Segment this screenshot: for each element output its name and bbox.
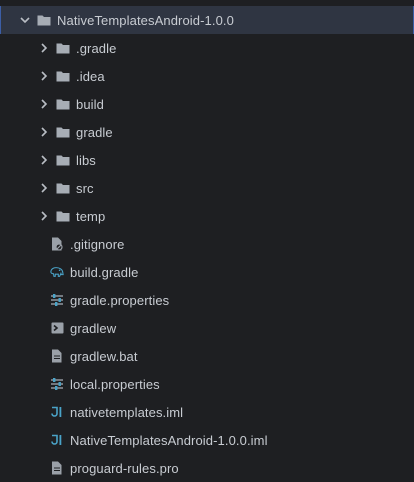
chevron-right-icon[interactable] <box>38 210 50 222</box>
shell-script-icon <box>50 321 64 335</box>
folder-icon <box>56 69 70 83</box>
tree-file-nativetemplates-iml[interactable]: nativetemplates.iml <box>0 398 414 426</box>
tree-file-gradle-properties[interactable]: gradle.properties <box>0 286 414 314</box>
tree-folder-libs[interactable]: libs <box>0 146 414 174</box>
tree-item-label: gradle.properties <box>70 292 170 308</box>
tree-file-build-gradle[interactable]: build.gradle <box>0 258 414 286</box>
text-file-icon <box>50 461 64 475</box>
tree-item-label: .gitignore <box>70 236 125 252</box>
tree-item-label: nativetemplates.iml <box>70 404 184 420</box>
iml-module-icon <box>50 405 64 419</box>
tree-folder-build[interactable]: build <box>0 90 414 118</box>
tree-folder-idea[interactable]: .idea <box>0 62 414 90</box>
tree-folder-src[interactable]: src <box>0 174 414 202</box>
project-tree: NativeTemplatesAndroid-1.0.0 .gradle .id… <box>0 0 414 482</box>
tree-item-label: NativeTemplatesAndroid-1.0.0.iml <box>70 432 268 448</box>
tree-item-label: .gradle <box>76 40 117 56</box>
chevron-right-icon[interactable] <box>38 98 50 110</box>
tree-folder-gradle[interactable]: gradle <box>0 118 414 146</box>
folder-icon <box>56 125 70 139</box>
tree-item-label: gradlew <box>70 320 117 336</box>
tree-file-proguard-rules[interactable]: proguard-rules.pro <box>0 454 414 482</box>
tree-item-label: build <box>76 96 104 112</box>
tree-item-label: src <box>76 180 94 196</box>
tree-file-gradlew[interactable]: gradlew <box>0 314 414 342</box>
tree-file-local-properties[interactable]: local.properties <box>0 370 414 398</box>
tree-item-label: local.properties <box>70 376 160 392</box>
tree-folder-gradle-hidden[interactable]: .gradle <box>0 34 414 62</box>
tree-root-label: NativeTemplatesAndroid-1.0.0 <box>57 12 234 28</box>
tree-folder-temp[interactable]: temp <box>0 202 414 230</box>
tree-file-nativetemplatesandroid-iml[interactable]: NativeTemplatesAndroid-1.0.0.iml <box>0 426 414 454</box>
tree-item-label: proguard-rules.pro <box>70 460 179 476</box>
tree-file-gitignore[interactable]: .gitignore <box>0 230 414 258</box>
tree-item-label: gradlew.bat <box>70 348 138 364</box>
tree-item-label: temp <box>76 208 106 224</box>
gradle-elephant-icon <box>50 265 64 279</box>
tree-item-label: .idea <box>76 68 105 84</box>
tree-root-node[interactable]: NativeTemplatesAndroid-1.0.0 <box>0 6 414 34</box>
iml-module-icon <box>50 433 64 447</box>
tree-item-label: gradle <box>76 124 113 140</box>
chevron-right-icon[interactable] <box>38 70 50 82</box>
folder-icon <box>56 97 70 111</box>
chevron-right-icon[interactable] <box>38 42 50 54</box>
tree-item-label: libs <box>76 152 96 168</box>
text-file-icon <box>50 349 64 363</box>
gitignore-file-icon <box>50 237 64 251</box>
folder-icon <box>56 209 70 223</box>
tree-file-gradlew-bat[interactable]: gradlew.bat <box>0 342 414 370</box>
chevron-right-icon[interactable] <box>38 126 50 138</box>
chevron-right-icon[interactable] <box>38 182 50 194</box>
chevron-right-icon[interactable] <box>38 154 50 166</box>
folder-icon <box>37 13 51 27</box>
folder-icon <box>56 153 70 167</box>
properties-file-icon <box>50 377 64 391</box>
tree-item-label: build.gradle <box>70 264 139 280</box>
chevron-down-icon[interactable] <box>19 14 31 26</box>
properties-file-icon <box>50 293 64 307</box>
folder-icon <box>56 41 70 55</box>
folder-icon <box>56 181 70 195</box>
